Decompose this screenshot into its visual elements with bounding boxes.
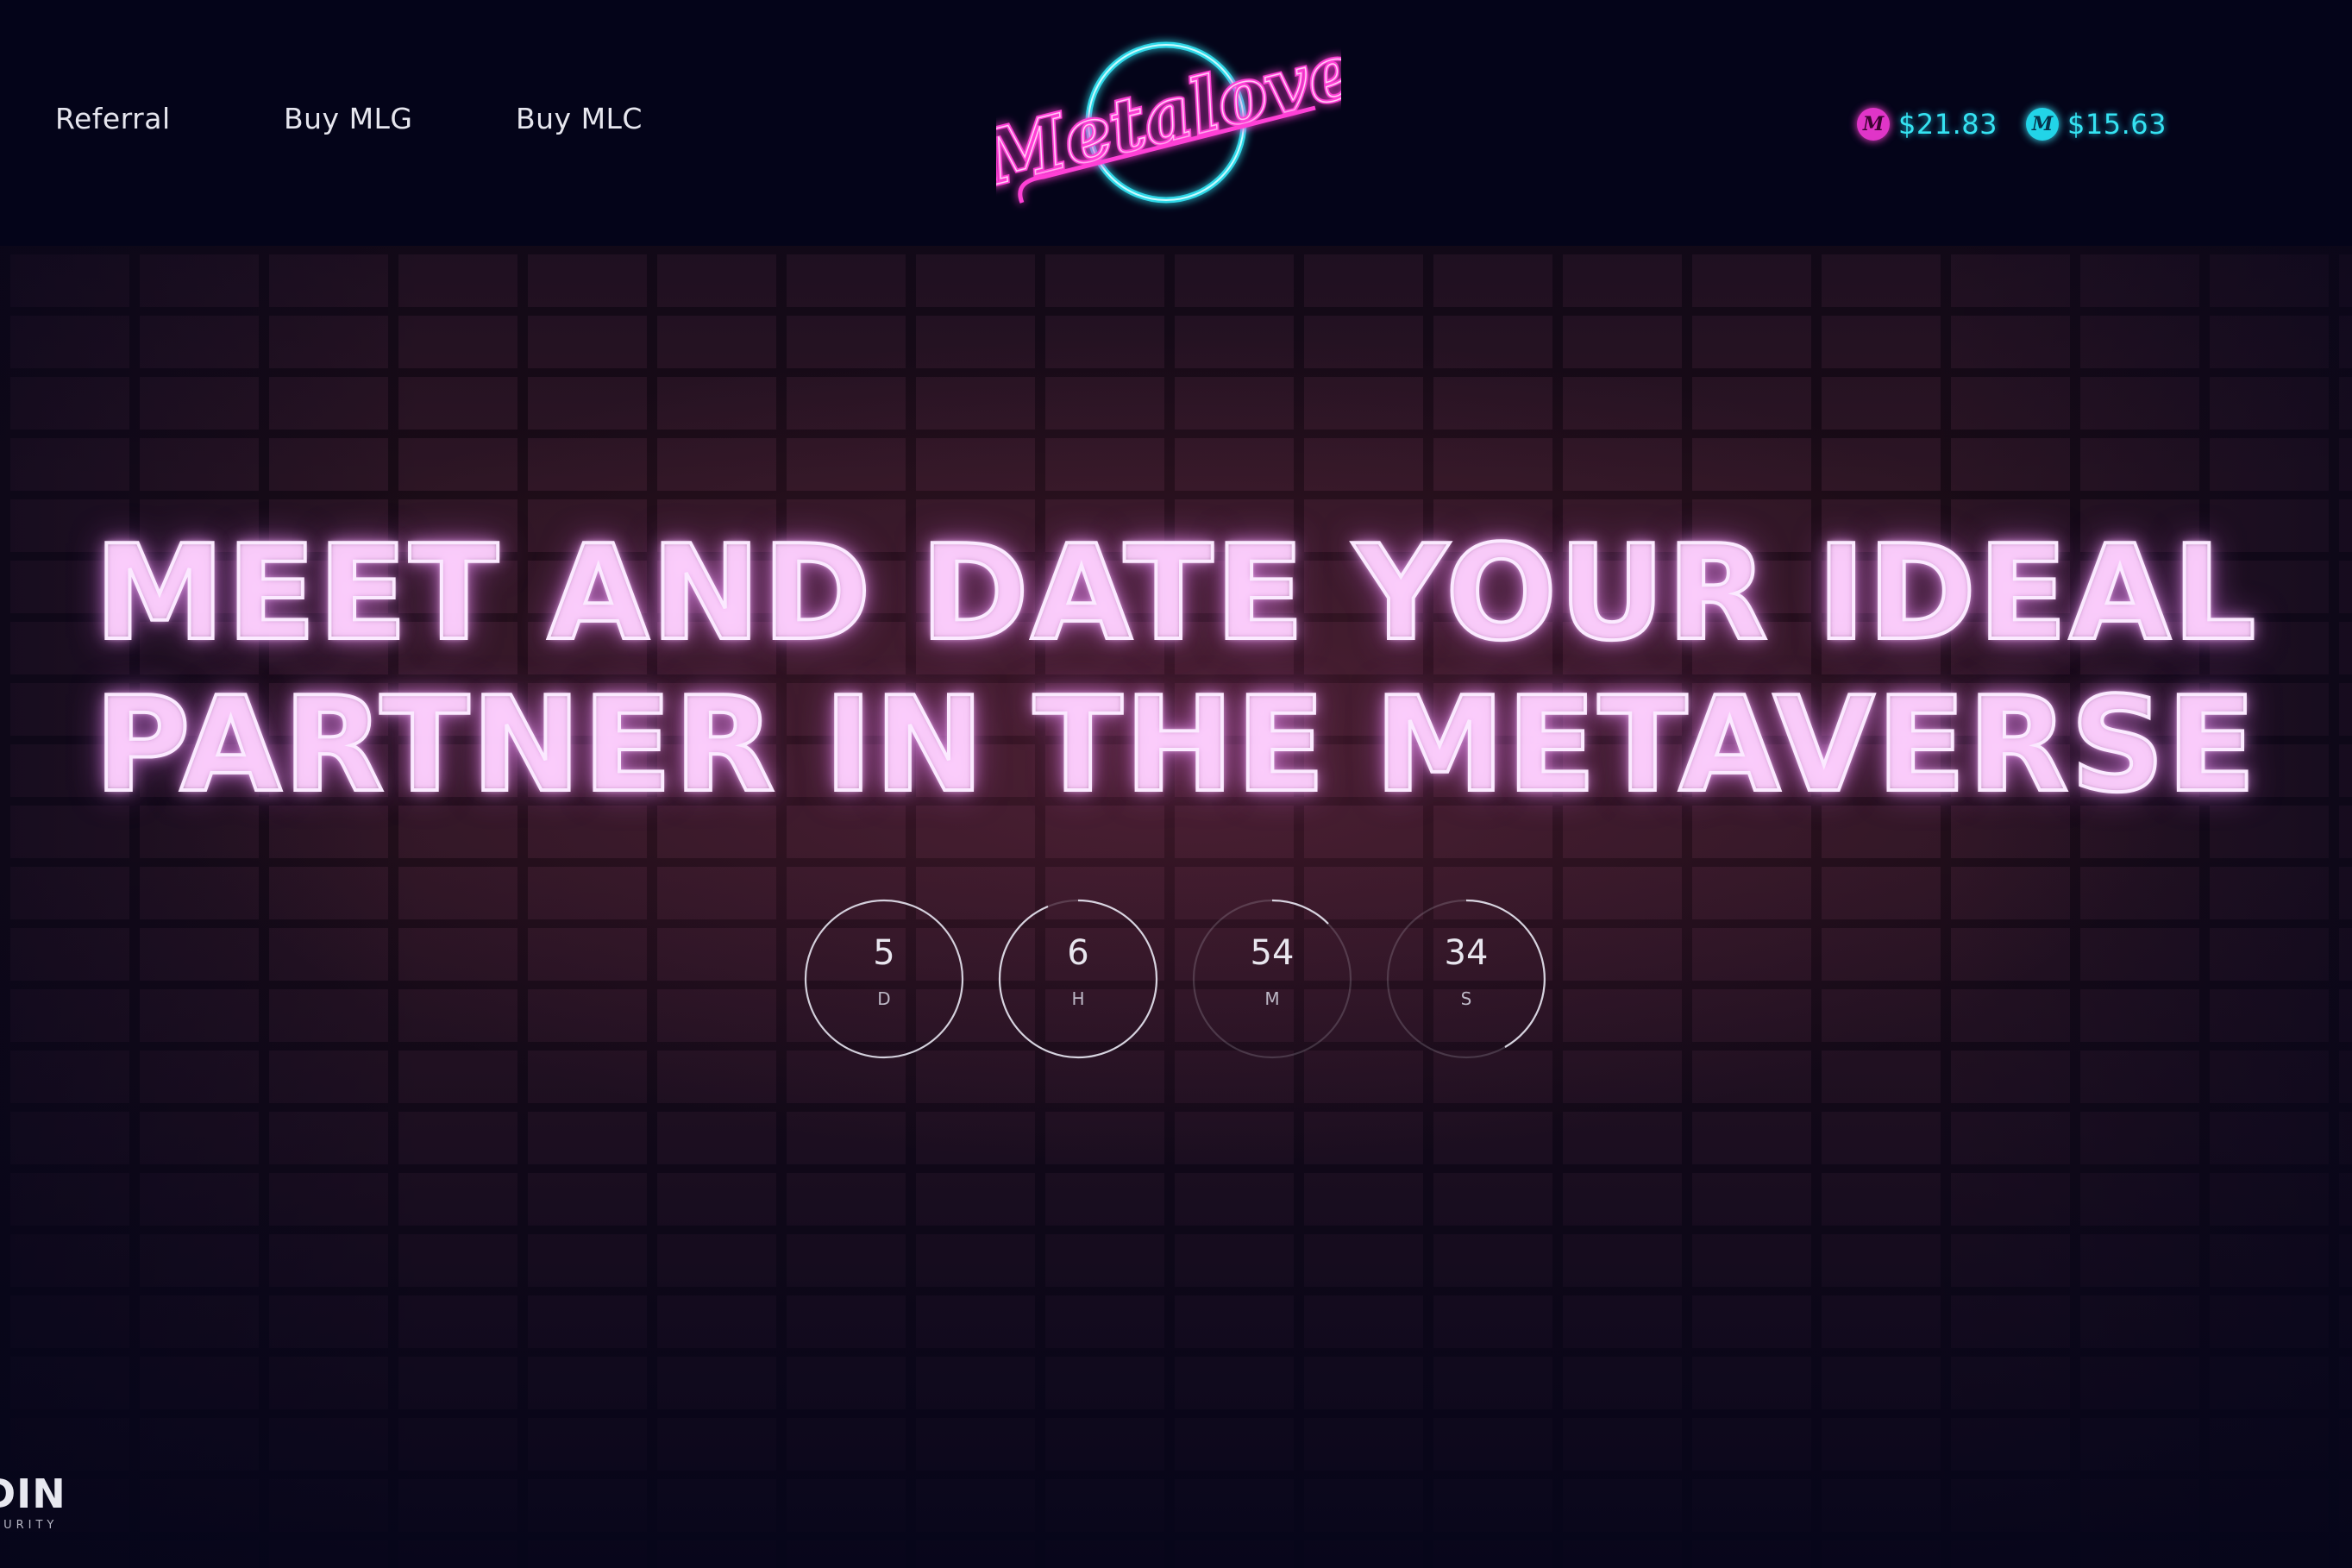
countdown-minutes-ring <box>1192 899 1352 1059</box>
headline-line-1: MEET AND DATE YOUR IDEAL <box>92 516 2258 671</box>
security-badge[interactable]: DIN CURITY <box>0 1471 103 1532</box>
nav-buy-mlc-link[interactable]: Buy MLC <box>516 102 643 135</box>
mlc-price: M $15.63 <box>2026 105 2167 143</box>
countdown-seconds-value: 34 <box>1444 933 1489 973</box>
countdown-seconds-ring <box>1386 899 1546 1059</box>
hero-brick-wall: MEET AND DATE YOUR IDEAL PARTNER IN THE … <box>0 246 2352 1568</box>
countdown-days-label: D <box>877 988 891 1009</box>
headline-line-2: PARTNER IN THE METAVERSE <box>92 668 2258 823</box>
metalove-logo[interactable]: Metalove Metalove <box>996 26 1341 224</box>
countdown-days-ring <box>804 899 964 1059</box>
countdown-hours: 6 H <box>996 897 1160 1061</box>
countdown-hours-value: 6 <box>1067 933 1089 973</box>
top-header: Referral Buy MLG Buy MLC Metalove Metalo… <box>0 0 2352 246</box>
nav-buy-mlg-link[interactable]: Buy MLG <box>284 102 413 135</box>
security-badge-title: DIN <box>0 1471 66 1517</box>
countdown-timer: 5 D 6 H 54 M 34 S <box>0 897 2352 1061</box>
countdown-hours-ring <box>998 899 1158 1059</box>
countdown-seconds-label: S <box>1460 988 1472 1009</box>
countdown-seconds: 34 S <box>1384 897 1548 1061</box>
nav-referral-link[interactable]: Referral <box>55 102 171 135</box>
countdown-days-value: 5 <box>873 933 895 973</box>
mlc-price-value: $15.63 <box>2067 108 2167 141</box>
countdown-minutes: 54 M <box>1190 897 1354 1061</box>
mlg-price-value: $21.83 <box>1898 108 1998 141</box>
countdown-minutes-value: 54 <box>1250 933 1295 973</box>
countdown-hours-label: H <box>1071 988 1085 1009</box>
security-badge-subtitle: CURITY <box>0 1519 59 1532</box>
hero-headline: MEET AND DATE YOUR IDEAL PARTNER IN THE … <box>0 516 2352 823</box>
mlg-token-icon: M <box>1857 108 1890 141</box>
countdown-minutes-label: M <box>1264 988 1280 1009</box>
page: Referral Buy MLG Buy MLC Metalove Metalo… <box>0 0 2352 1568</box>
mlg-price: M $21.83 <box>1857 105 1998 143</box>
mlc-token-icon: M <box>2026 108 2059 141</box>
countdown-days: 5 D <box>802 897 966 1061</box>
